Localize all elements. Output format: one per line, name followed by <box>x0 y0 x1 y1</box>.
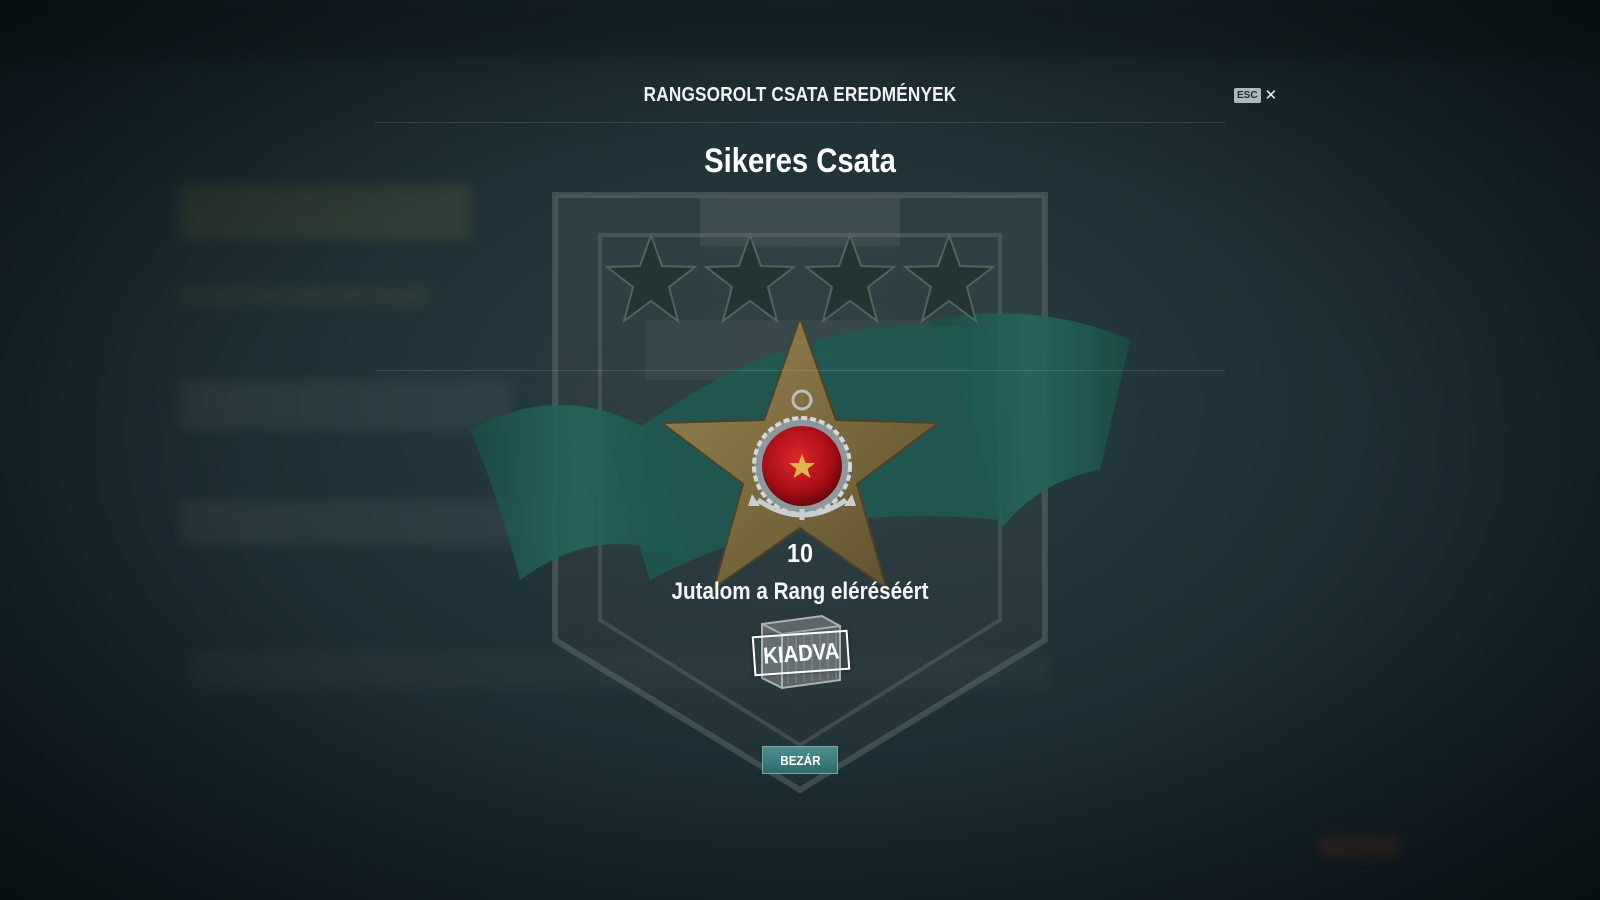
ranked-battle-results-dialog: RANGSOROLT CSATA EREDMÉNYEK ESC ✕ Sikere… <box>0 0 1600 900</box>
close-dialog-control[interactable]: ESC ✕ <box>1234 88 1277 103</box>
empty-star-icon <box>704 233 797 324</box>
esc-key-badge[interactable]: ESC <box>1234 88 1261 103</box>
rank-number: 10 <box>786 538 814 568</box>
reward-status-stamp: KIADVA <box>751 629 851 677</box>
empty-star-icon <box>803 233 896 324</box>
dialog-title: RANGSOROLT CSATA EREDMÉNYEK <box>643 84 957 106</box>
close-button[interactable]: BEZÁR <box>762 746 838 774</box>
close-icon[interactable]: ✕ <box>1265 88 1278 103</box>
header-divider <box>375 122 1225 123</box>
empty-star-icon <box>902 233 995 324</box>
rank-stars-row <box>605 233 995 325</box>
section-divider <box>375 370 1225 371</box>
empty-star-icon <box>605 233 697 324</box>
close-button-label: BEZÁR <box>779 752 821 768</box>
rank-reward-label: Jutalom a Rang eléréséért <box>671 578 929 605</box>
battle-result-title: Sikeres Csata <box>704 142 896 180</box>
reward-status-label: KIADVA <box>762 637 840 669</box>
